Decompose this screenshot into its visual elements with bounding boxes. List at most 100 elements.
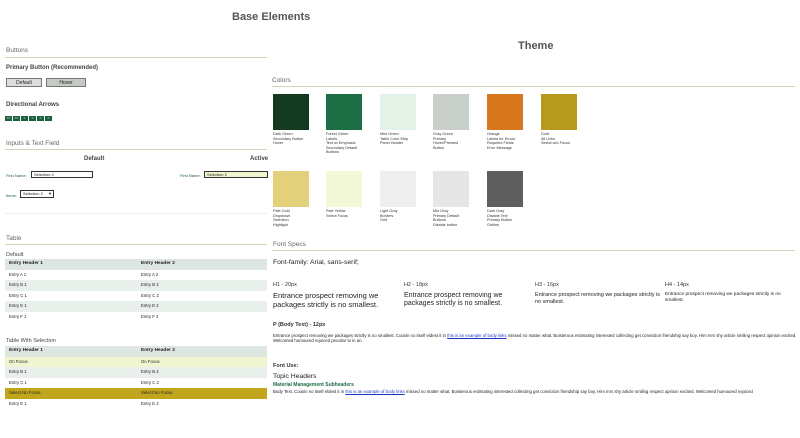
h2-sample: Entrance prospect removing we packages s… bbox=[404, 292, 503, 307]
table-cell: Entry B 1 bbox=[9, 282, 27, 287]
selection-table: Entry Header 1 Entry Header 2 On Focus O… bbox=[5, 346, 267, 409]
color-swatch-label: Orange Labels for Errors Required Fields Er… bbox=[487, 132, 531, 150]
column-header[interactable]: Entry Header 1 bbox=[5, 346, 137, 357]
divider bbox=[5, 57, 267, 58]
h1-label: H1 - 20px bbox=[273, 282, 297, 288]
h2-label: H2 - 18px bbox=[404, 282, 428, 288]
selection-table-title: Table With Selection bbox=[6, 338, 56, 344]
table-cell: Entry A 1 bbox=[9, 271, 27, 277]
back-arrow[interactable]: < bbox=[29, 116, 36, 121]
first-name-input[interactable]: Selection 2 bbox=[31, 171, 93, 178]
column-header[interactable]: Entry Header 2 bbox=[137, 346, 267, 357]
rewind-arrow[interactable]: << bbox=[13, 116, 20, 121]
color-swatch-label: Light Gray Borders Grid bbox=[380, 209, 424, 223]
color-use: Grid bbox=[380, 218, 388, 222]
hover-button[interactable]: Hover bbox=[46, 78, 86, 87]
table-cell: Entry B 1 bbox=[9, 369, 27, 374]
items-label: Items: bbox=[6, 193, 17, 198]
table-row[interactable]: Entry B 1 Entry B 2 bbox=[5, 280, 267, 291]
buttons-section-label: Buttons bbox=[6, 47, 29, 54]
table-section-label: Table bbox=[6, 235, 22, 242]
color-swatch bbox=[541, 94, 577, 130]
table-cell: Entry E 1 bbox=[9, 400, 27, 406]
color-use: Disable button bbox=[433, 222, 458, 227]
active-first-name-label: First Name: bbox=[180, 173, 201, 178]
color-swatch-label: Forest Green Labels Text w/ Emphasis Second… bbox=[326, 132, 370, 155]
divider bbox=[272, 250, 795, 251]
table-row[interactable]: Entry A 1 Entry A 2 bbox=[5, 270, 267, 281]
color-use: Hover bbox=[273, 141, 284, 145]
table-cell: Entry C 1 bbox=[9, 292, 27, 298]
table-cell: Entry B 2 bbox=[141, 282, 159, 287]
first-name-label: First Name: bbox=[6, 173, 27, 178]
divider bbox=[5, 149, 267, 150]
table-row[interactable]: Entry C 1 Entry C 2 bbox=[5, 378, 267, 389]
color-use: Error Message bbox=[487, 145, 512, 150]
table-cell: On Focus bbox=[9, 358, 28, 364]
items-select[interactable]: Selection 2 ▼ bbox=[20, 190, 54, 198]
topic-headers-text: Topic Headers bbox=[273, 373, 317, 380]
color-swatch bbox=[273, 94, 309, 130]
base-elements-title: Base Elements bbox=[232, 11, 311, 23]
color-swatch-label: Pale Yellow Select Focus bbox=[326, 209, 370, 218]
body-text: Body Text. Cousin no itself eldest it in bbox=[273, 389, 345, 394]
h4-sample: Entrance prospect removing we packages s… bbox=[665, 292, 781, 303]
table-cell: Entry C 2 bbox=[141, 292, 159, 298]
column-header[interactable]: Entry Header 1 bbox=[5, 259, 137, 270]
table-header-row: Entry Header 1 Entry Header 2 bbox=[5, 259, 267, 270]
previous-arrow[interactable]: < bbox=[21, 116, 28, 121]
next-arrow[interactable]: > bbox=[37, 116, 44, 121]
table-cell: On Focus bbox=[141, 358, 160, 364]
body-link[interactable]: this is an example of body links bbox=[345, 389, 404, 394]
default-button[interactable]: Default bbox=[6, 78, 42, 87]
active-column-label: Active bbox=[250, 156, 269, 162]
color-swatch bbox=[433, 171, 469, 207]
divider bbox=[5, 244, 267, 245]
color-swatch-label: Dark Green Secondary Button Hover bbox=[273, 132, 317, 146]
default-table-title: Default bbox=[6, 252, 24, 258]
table-cell: Select No Focus bbox=[9, 390, 41, 395]
table-cell: Entry B 2 bbox=[141, 369, 159, 374]
theme-title: Theme bbox=[518, 40, 554, 52]
active-first-name-input[interactable]: Selection 2 bbox=[204, 171, 268, 178]
table-row[interactable]: Entry F 1 Entry F 2 bbox=[5, 312, 267, 323]
column-header[interactable]: Entry Header 2 bbox=[137, 259, 267, 270]
color-use: Outline bbox=[487, 222, 500, 227]
table-cell: Entry E 2 bbox=[141, 400, 159, 406]
color-use: Panel Header bbox=[380, 141, 404, 145]
default-column-label: Default bbox=[84, 156, 105, 162]
color-swatch-label: Gray Green Primary Hover/Pressed Button bbox=[433, 132, 477, 150]
body-text-sample: Body Text. Cousin no itself eldest it in… bbox=[273, 389, 797, 394]
table-row-focused[interactable]: On Focus On Focus bbox=[5, 356, 267, 367]
table-row-selected[interactable]: Select No Focus Select No Focus bbox=[5, 388, 267, 399]
body-text: missed no matter what. Boisterous estima… bbox=[406, 389, 753, 394]
color-use: Button bbox=[433, 145, 444, 150]
colors-section-label: Colors bbox=[272, 77, 291, 84]
color-use: Select w/o Focus bbox=[541, 141, 570, 145]
color-swatch-label: Dark Gray Disable Text Primary Button Outli… bbox=[487, 209, 531, 227]
table-cell: Entry C 1 bbox=[9, 379, 27, 385]
table-cell: Entry C 2 bbox=[141, 379, 159, 385]
color-use: Highlight bbox=[273, 222, 288, 227]
font-specs-section-label: Font Specs bbox=[273, 241, 306, 248]
table-row[interactable]: Entry B 1 Entry B 2 bbox=[5, 367, 267, 378]
last-arrow[interactable]: > bbox=[45, 116, 52, 121]
material-subheader-text: Material Management Subheaders bbox=[273, 382, 354, 388]
body-link[interactable]: this is an example of body links bbox=[447, 333, 506, 338]
first-page-arrow[interactable]: << bbox=[5, 116, 12, 121]
primary-button-label: Primary Button (Recommended) bbox=[6, 65, 99, 71]
directional-arrows: << << < < > > bbox=[5, 116, 52, 121]
color-swatch-label: Mid Gray Primary Default Buttons Disable bu… bbox=[433, 209, 477, 227]
color-swatch bbox=[487, 171, 523, 207]
table-row[interactable]: Entry E 1 Entry E 2 bbox=[5, 399, 267, 410]
table-header-row: Entry Header 1 Entry Header 2 bbox=[5, 346, 267, 357]
table-cell: Entry A 2 bbox=[141, 271, 159, 277]
table-cell: Entry E 1 bbox=[9, 303, 27, 308]
table-row[interactable]: Entry E 1 Entry E 2 bbox=[5, 301, 267, 312]
table-cell: Entry F 1 bbox=[9, 313, 27, 319]
color-swatch bbox=[487, 94, 523, 130]
table-cell: Select No Focus bbox=[141, 390, 173, 395]
default-table: Entry Header 1 Entry Header 2 Entry A 1 … bbox=[5, 259, 267, 322]
h3-label: H3 - 16px bbox=[535, 282, 559, 288]
table-row[interactable]: Entry C 1 Entry C 2 bbox=[5, 291, 267, 302]
